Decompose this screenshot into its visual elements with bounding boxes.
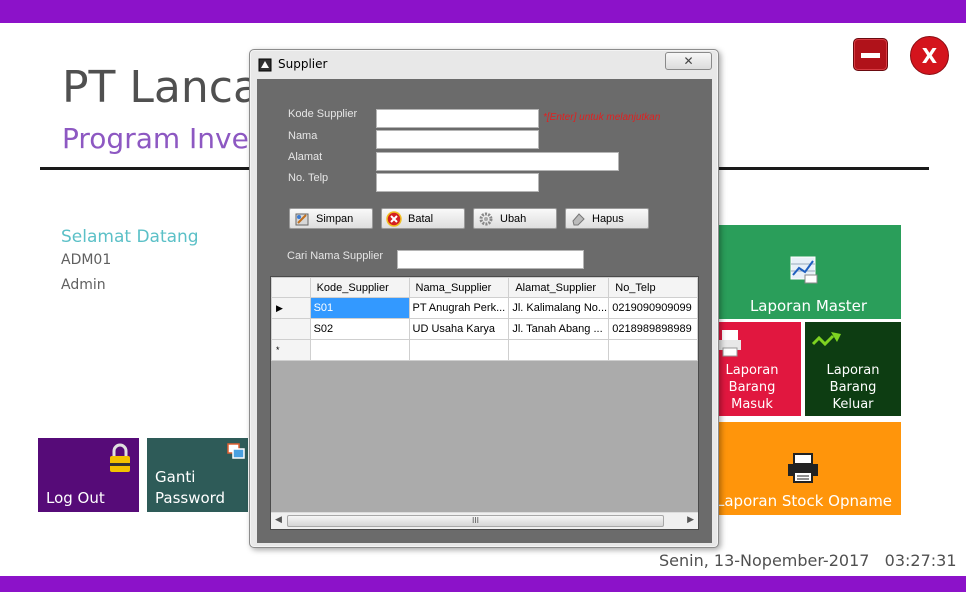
dialog-title: Supplier [278,57,328,71]
horizontal-scrollbar[interactable]: ◀ III ▶ [271,512,698,529]
grid-cell[interactable]: 0219090909099 [608,297,698,319]
enter-hint: *[Enter] untuk melanjutkan [543,112,661,123]
app-icon [258,58,272,72]
nama-input[interactable] [376,130,539,149]
column-header[interactable]: Kode_Supplier [309,277,410,298]
trend-up-icon [811,332,841,347]
user-id: ADM01 [61,252,112,268]
simpan-label: Simpan [316,212,354,225]
user-role: Admin [61,277,106,293]
laporan-master-tile[interactable]: Laporan Master [716,225,901,319]
ganti-password-tile[interactable]: Ganti Password [147,438,248,512]
report-chart-icon [790,256,818,284]
dialog-client-area: Kode Supplier *[Enter] untuk melanjutkan… [257,79,712,543]
windows-icon [227,443,245,459]
kode-supplier-input[interactable] [376,109,539,128]
grid-cell[interactable]: S01 [309,297,410,319]
laporan-stock-opname-tile[interactable]: Laporan Stock Opname [716,422,901,515]
grid-cell[interactable] [309,339,410,361]
logout-label: Log Out [46,489,105,507]
row-header[interactable] [271,318,311,340]
close-button[interactable]: X [910,36,949,75]
grid-cell[interactable] [408,339,510,361]
bottom-accent-bar [0,576,966,592]
laporan-stock-opname-label: Laporan Stock Opname [716,492,893,510]
grid-cell[interactable]: Jl. Tanah Abang ... [508,318,610,340]
laporan-barang-keluar-label: Laporan Barang Keluar [826,363,880,412]
printer-icon [788,453,818,483]
ubah-button[interactable]: Ubah [473,208,557,229]
supplier-dialog: Supplier ✕ Kode Supplier *[Enter] untuk … [249,49,719,548]
datetime-display: Senin, 13-Nopember-2017 03:27:31 [659,551,957,570]
scroll-right-icon[interactable]: ▶ [687,515,694,525]
ganti-password-label: Ganti Password [155,468,226,507]
lock-icon [110,443,130,472]
welcome-text: Selamat Datang [61,227,199,247]
scroll-left-icon[interactable]: ◀ [275,515,282,525]
top-accent-bar [0,0,966,23]
scroll-thumb[interactable]: III [287,515,664,527]
supplier-grid[interactable]: Kode_Supplier Nama_Supplier Alamat_Suppl… [270,276,699,530]
cancel-icon [386,210,402,227]
column-header[interactable]: Alamat_Supplier [508,277,610,298]
table-row[interactable]: ▶ S01 PT Anugrah Perk... Jl. Kalimalang … [271,297,698,319]
ubah-label: Ubah [500,212,527,225]
dialog-close-button[interactable]: ✕ [665,52,712,70]
nama-label: Nama [288,130,318,142]
new-row[interactable]: * [271,339,698,361]
minimize-button[interactable] [853,38,888,71]
printer-icon [719,330,741,357]
grid-cell[interactable]: UD Usaha Karya [408,318,510,340]
cari-nama-supplier-input[interactable] [397,250,584,269]
grid-cell[interactable]: Jl. Kalimalang No... [508,297,610,319]
table-row[interactable]: S02 UD Usaha Karya Jl. Tanah Abang ... 0… [271,318,698,340]
laporan-barang-masuk-tile[interactable]: Laporan Barang Masuk [716,322,801,416]
grid-header-row: Kode_Supplier Nama_Supplier Alamat_Suppl… [271,277,698,298]
program-title: Program Inven [62,122,267,155]
logout-tile[interactable]: Log Out [38,438,139,512]
grid-cell[interactable] [508,339,610,361]
company-name: PT Lanca [62,62,260,113]
grid-cell[interactable]: PT Anugrah Perk... [408,297,510,319]
grid-cell[interactable]: 0218989898989 [608,318,698,340]
no-telp-label: No. Telp [288,172,329,184]
column-header[interactable]: No_Telp [608,277,698,298]
hapus-label: Hapus [592,212,624,225]
gear-icon [479,212,493,225]
simpan-button[interactable]: Simpan [289,208,373,229]
supplier-table: Kode_Supplier Nama_Supplier Alamat_Suppl… [271,277,698,361]
no-telp-input[interactable] [376,173,539,192]
laporan-barang-masuk-label: Laporan Barang Masuk [725,363,779,412]
cari-nama-supplier-label: Cari Nama Supplier [287,250,383,262]
row-header-corner [271,277,311,298]
eraser-icon [572,212,585,225]
hapus-button[interactable]: Hapus [565,208,649,229]
alamat-label: Alamat [288,151,323,163]
laporan-master-label: Laporan Master [749,297,868,315]
grid-cell[interactable]: S02 [309,318,410,340]
grid-cell[interactable] [608,339,698,361]
column-header[interactable]: Nama_Supplier [408,277,510,298]
batal-label: Batal [408,212,434,225]
row-header[interactable]: ▶ [271,297,311,319]
batal-button[interactable]: Batal [381,208,465,229]
row-header[interactable]: * [271,339,311,361]
alamat-input[interactable] [376,152,619,171]
save-icon [295,213,309,225]
laporan-barang-keluar-tile[interactable]: Laporan Barang Keluar [805,322,901,416]
kode-supplier-label: Kode Supplier [288,108,358,120]
